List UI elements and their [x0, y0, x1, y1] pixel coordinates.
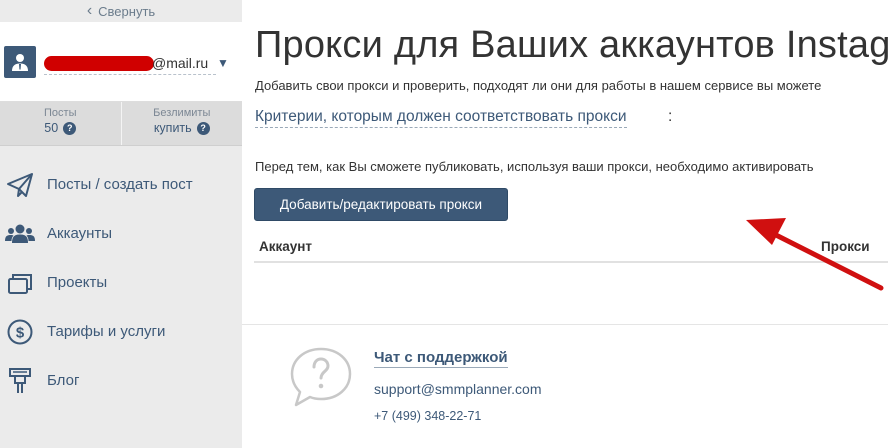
stat-posts-label: Посты — [44, 107, 77, 119]
support-chat-link[interactable]: Чат с поддержкой — [374, 349, 508, 368]
redacted-email — [44, 56, 154, 71]
question-circle-icon[interactable]: ? — [196, 121, 210, 135]
sidebar: ‹ Свернуть @mail.ru ▼ Посты 50 ? Безлими… — [0, 0, 242, 448]
page-subtitle: Добавить свои прокси и проверить, подход… — [255, 78, 822, 93]
sidebar-item-label: Проекты — [47, 274, 108, 291]
svg-text:$: $ — [16, 324, 25, 341]
support-footer: Чат с поддержкой support@smmplanner.com … — [242, 324, 888, 448]
sidebar-nav: Посты / создать пост Аккаунты Проекты $ … — [0, 160, 242, 405]
stat-unlimited: Безлимиты купить ? — [120, 102, 243, 145]
stat-unlimited-label: Безлимиты — [153, 107, 211, 119]
activation-notice: Перед тем, как Вы сможете публиковать, и… — [255, 159, 814, 174]
criteria-colon: : — [668, 108, 673, 125]
users-icon — [5, 219, 35, 249]
sidebar-item-label: Аккаунты — [47, 225, 113, 242]
buy-unlimited-link[interactable]: купить — [154, 121, 192, 135]
user-panel: @mail.ru ▼ — [0, 22, 242, 102]
sidebar-item-projects[interactable]: Проекты — [0, 258, 242, 307]
folders-icon — [5, 268, 35, 298]
collapse-sidebar-button[interactable]: ‹ Свернуть — [0, 0, 242, 22]
criteria-link[interactable]: Критерии, которым должен соответствовать… — [255, 108, 627, 128]
sidebar-item-accounts[interactable]: Аккаунты — [0, 209, 242, 258]
sidebar-item-blog[interactable]: Блог — [0, 356, 242, 405]
stat-posts-value: 50 — [44, 121, 59, 135]
stat-posts: Посты 50 ? — [0, 102, 121, 145]
proxy-table-header: Аккаунт Прокси — [254, 230, 888, 263]
sidebar-item-tariffs[interactable]: $ Тарифы и услуги — [0, 307, 242, 356]
column-header-account: Аккаунт — [259, 239, 313, 254]
page-title: Прокси для Ваших аккаунтов Instagram — [255, 24, 888, 66]
user-avatar-icon — [4, 46, 36, 78]
question-circle-icon[interactable]: ? — [63, 121, 77, 135]
stats-bar: Посты 50 ? Безлимиты купить ? — [0, 102, 242, 146]
support-email-link[interactable]: support@smmplanner.com — [374, 381, 542, 397]
sidebar-item-posts[interactable]: Посты / создать пост — [0, 160, 242, 209]
account-email-dropdown[interactable]: @mail.ru — [44, 53, 216, 75]
caret-down-icon[interactable]: ▼ — [217, 56, 229, 70]
dollar-icon: $ — [5, 317, 35, 347]
add-edit-proxy-button[interactable]: Добавить/редактировать прокси — [254, 188, 508, 221]
column-header-proxy: Прокси — [821, 239, 870, 254]
sidebar-item-label: Блог — [47, 372, 80, 389]
collapse-label: Свернуть — [98, 3, 156, 19]
chat-bubble-question-icon — [290, 347, 352, 407]
support-phone: +7 (499) 348-22-71 — [374, 409, 482, 423]
sidebar-item-label: Посты / создать пост — [47, 176, 193, 193]
megaphone-icon — [5, 366, 35, 396]
paper-plane-icon — [5, 170, 35, 200]
sidebar-item-label: Тарифы и услуги — [47, 323, 166, 340]
main-content: Прокси для Ваших аккаунтов Instagram Доб… — [242, 0, 888, 448]
email-domain: @mail.ru — [152, 55, 209, 71]
chevron-left-icon: ‹ — [86, 2, 93, 19]
